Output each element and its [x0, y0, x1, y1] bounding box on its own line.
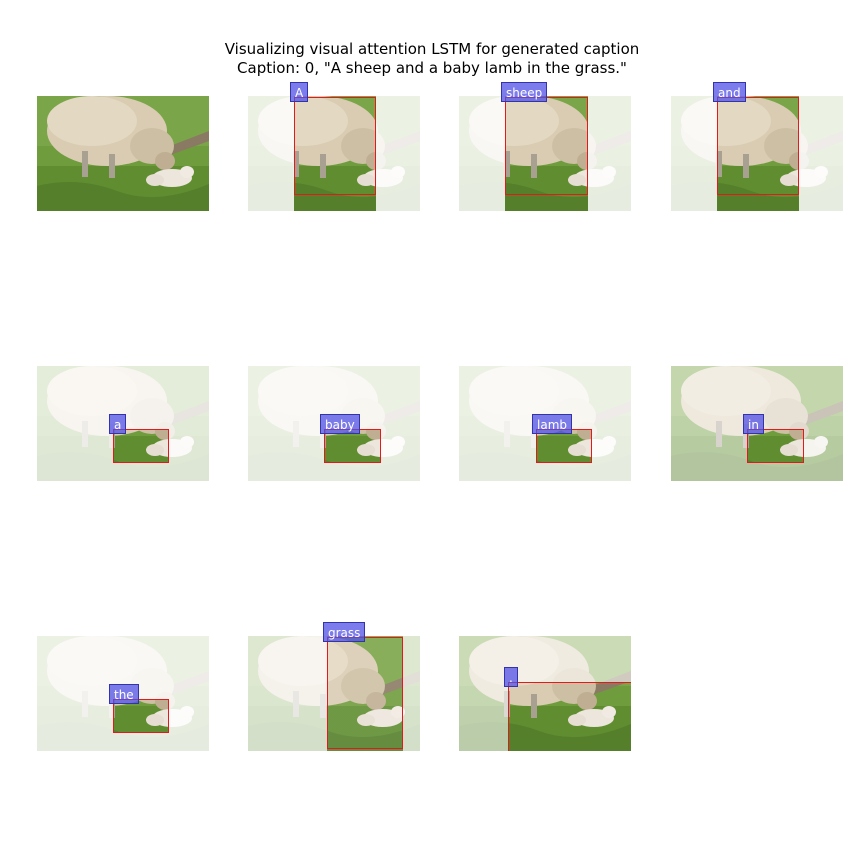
panel-word-and: and: [671, 82, 843, 211]
word-label: A: [290, 82, 309, 102]
figure-title: Visualizing visual attention LSTM for ge…: [0, 40, 864, 78]
attention-box: [113, 429, 169, 463]
panel-word-grass: grass: [248, 622, 420, 751]
attention-box: [327, 637, 403, 749]
panel-original: [37, 96, 209, 211]
word-label: a: [109, 414, 127, 434]
word-label: grass: [323, 622, 366, 642]
panel-word-period: .: [459, 636, 631, 751]
panel-word-baby: baby: [248, 366, 420, 481]
panel-word-lamb: lamb: [459, 366, 631, 481]
title-line-1: Visualizing visual attention LSTM for ge…: [224, 40, 640, 58]
attention-box: [508, 682, 631, 751]
panel-word-a-lower: a: [37, 366, 209, 481]
word-label: .: [504, 667, 518, 687]
panel-word-the: the: [37, 636, 209, 751]
word-label: baby: [320, 414, 360, 434]
title-line-2: Caption: 0, "A sheep and a baby lamb in …: [237, 59, 627, 77]
panel-word-sheep: sheep: [459, 82, 631, 211]
attention-box: [505, 97, 588, 195]
word-label: lamb: [532, 414, 572, 434]
panel-word-a-upper: A: [248, 82, 420, 211]
attention-box: [717, 97, 799, 195]
word-label: and: [713, 82, 746, 102]
word-label: in: [743, 414, 764, 434]
word-label: the: [109, 684, 139, 704]
sheep-photo: [37, 96, 209, 211]
panel-word-in: in: [671, 366, 843, 481]
word-label: sheep: [501, 82, 548, 102]
attention-box: [294, 97, 376, 195]
